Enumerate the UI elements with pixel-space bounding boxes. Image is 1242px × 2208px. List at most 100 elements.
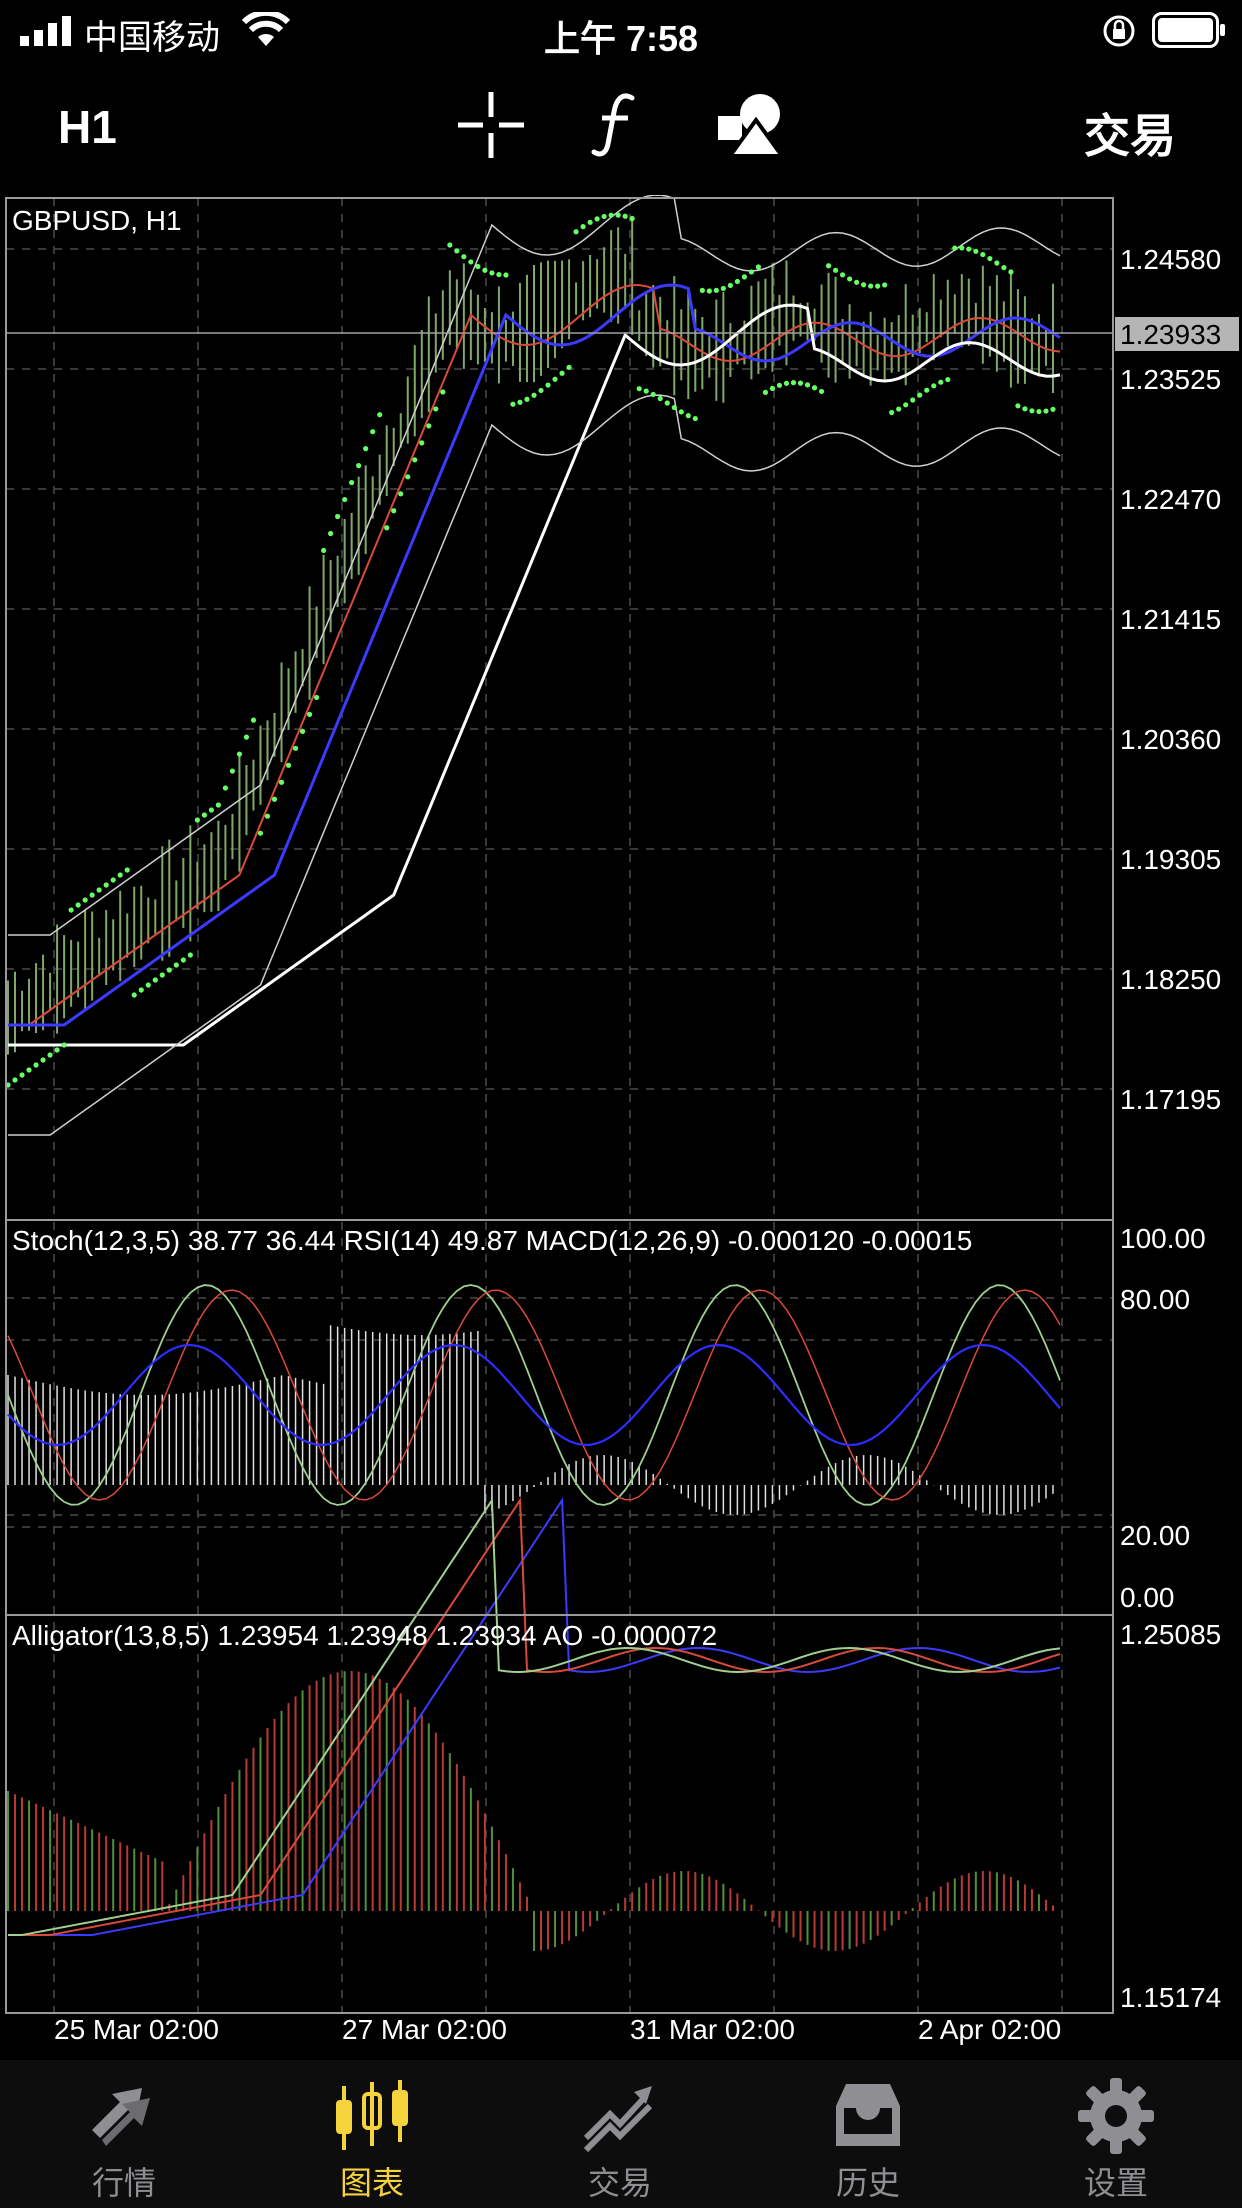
tab-trade[interactable]: 交易	[496, 2060, 744, 2208]
quotes-icon	[92, 2088, 150, 2146]
psar-dot	[145, 982, 151, 988]
psar-dot	[924, 387, 930, 393]
psar-dot	[328, 530, 334, 537]
chart-canvas[interactable]: 1.23933 1.24580 1.23525 1.22470 1.21415 …	[0, 194, 1242, 2015]
tab-label: 历史	[835, 2165, 900, 2201]
timeframe-button[interactable]: H1	[58, 100, 117, 154]
psar-dot	[468, 259, 474, 265]
psar-dot	[440, 389, 446, 395]
history-icon	[836, 2084, 900, 2146]
rotation-lock-icon	[1103, 15, 1135, 47]
psar-dot	[426, 423, 432, 429]
psar-dot	[131, 992, 137, 998]
tab-bar: 行情 图表 交易 历史 设置	[0, 2060, 1242, 2208]
psar-dot	[96, 887, 102, 893]
psar-dot	[776, 382, 783, 388]
bollinger-lower	[8, 394, 1061, 1136]
psar-dot	[117, 872, 123, 878]
psar-dot	[489, 270, 495, 276]
psar-dot	[882, 282, 888, 288]
time-axis-label: 2 Apr 02:00	[918, 2014, 1062, 2045]
tab-history[interactable]: 历史	[744, 2060, 992, 2208]
psar-dot	[1043, 408, 1049, 414]
psar-dot	[68, 907, 74, 913]
psar-dot	[952, 245, 958, 251]
status-bar: 中国移动 上午 7:58	[0, 0, 1242, 62]
psar-dot	[566, 364, 572, 370]
psar-dot	[103, 882, 109, 888]
oscillator-level-label: 80.00	[1120, 1284, 1190, 1315]
alligator-label: Alligator(13,8,5) 1.23954 1.23948 1.2393…	[12, 1620, 718, 1651]
psar-dot	[966, 246, 972, 252]
psar-dot	[1029, 408, 1035, 414]
psar-dot	[629, 215, 635, 222]
psar-dot	[734, 278, 740, 285]
psar-dot	[187, 952, 193, 958]
psar-dot	[433, 406, 439, 412]
psar-dot	[454, 248, 460, 254]
chart-toolbar: H1 交易	[0, 62, 1242, 190]
psar-dot	[580, 224, 586, 230]
psar-dot	[222, 785, 229, 791]
psar-dot	[797, 380, 804, 386]
time-axis: 25 Mar 02:00 27 Mar 02:00 31 Mar 02:00 2…	[0, 2014, 1242, 2054]
psar-dot	[910, 397, 916, 403]
psar-dot	[356, 463, 362, 469]
psar-dot	[959, 245, 965, 251]
psar-dot	[552, 376, 558, 382]
time-axis-label: 27 Mar 02:00	[342, 2014, 507, 2045]
psar-dot	[503, 272, 509, 278]
psar-dot	[405, 474, 411, 480]
psar-dot	[762, 389, 769, 395]
time-axis-label: 25 Mar 02:00	[54, 2014, 219, 2045]
shapes-icon[interactable]	[716, 90, 786, 160]
psar-dot	[727, 282, 733, 289]
psar-dot	[1036, 408, 1042, 415]
psar-dot	[769, 385, 776, 391]
tab-chart[interactable]: 图表	[248, 2060, 496, 2208]
psar-dot	[692, 415, 698, 422]
price-level-label: 1.17195	[1120, 1084, 1221, 1115]
psar-dot	[236, 751, 243, 757]
psar-dot	[510, 401, 516, 407]
psar-dot	[201, 812, 207, 818]
trade-button[interactable]: 交易	[1084, 100, 1176, 166]
psar-dot	[1015, 403, 1021, 409]
psar-dot	[741, 274, 748, 280]
settings-icon	[1078, 2078, 1154, 2154]
psar-dot	[671, 404, 677, 411]
tab-quotes[interactable]: 行情	[0, 2060, 248, 2208]
psar-dot	[896, 406, 902, 412]
psar-dot	[678, 409, 684, 415]
alligator-jaw	[8, 1497, 1061, 1936]
psar-dot	[159, 972, 165, 978]
psar-dot	[33, 1062, 39, 1068]
psar-dot	[608, 212, 614, 218]
psar-dot	[152, 977, 158, 983]
psar-dot	[264, 813, 271, 819]
moving-average-slow	[8, 303, 1061, 1047]
psar-dot	[61, 1042, 67, 1048]
psar-dot	[1022, 406, 1028, 412]
chart-area[interactable]: 1.23933 1.24580 1.23525 1.22470 1.21415 …	[0, 194, 1242, 2015]
psar-dot	[180, 957, 186, 963]
psar-dot	[818, 388, 825, 395]
function-icon[interactable]	[584, 90, 654, 160]
psar-dot	[755, 264, 762, 270]
psar-dot	[285, 762, 292, 768]
psar-dot	[321, 547, 327, 554]
tab-label: 图表	[339, 2165, 404, 2201]
psar-dot	[271, 796, 278, 802]
psar-dot	[313, 694, 320, 701]
psar-dot	[257, 830, 264, 836]
psar-dot	[447, 242, 453, 248]
psar-dot	[917, 392, 923, 398]
psar-dot	[889, 409, 895, 416]
psar-dot	[587, 219, 593, 225]
psar-dot	[461, 254, 467, 260]
psar-dot	[601, 213, 607, 220]
psar-dot	[839, 272, 846, 278]
psar-dot	[594, 216, 600, 222]
tab-settings[interactable]: 设置	[992, 2060, 1240, 2208]
crosshair-icon[interactable]	[456, 90, 526, 160]
